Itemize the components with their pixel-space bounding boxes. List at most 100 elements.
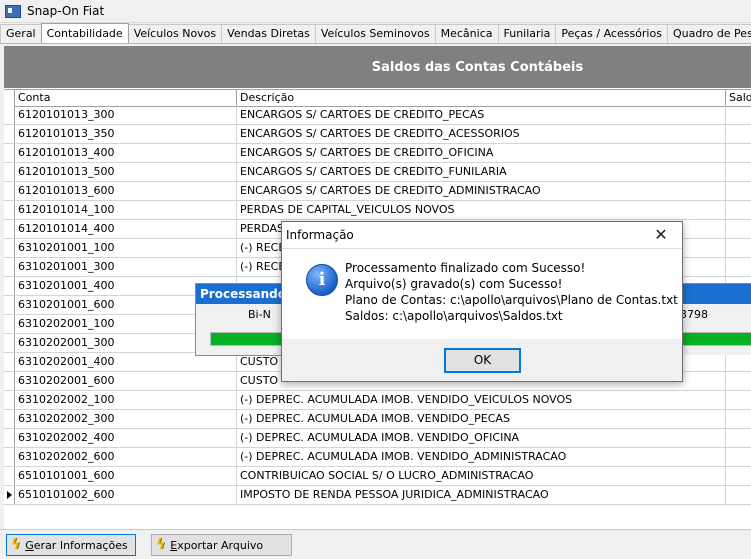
cell-saldo[interactable] — [726, 467, 751, 485]
cell-saldo[interactable] — [726, 486, 751, 504]
cell-descricao[interactable]: IMPOSTO DE RENDA PESSOA JURIDICA_ADMINIS… — [237, 486, 726, 504]
table-row[interactable]: 6120101014_100 PERDAS DE CAPITAL_VEICULOS… — [4, 201, 751, 220]
table-row[interactable]: 6510101002_600 IMPOSTO DE RENDA PESSOA JU… — [4, 486, 751, 505]
cell-conta[interactable]: 6310202002_400 — [15, 429, 237, 447]
cell-conta[interactable]: 6120101013_350 — [15, 125, 237, 143]
dialog-message-line-4: Saldos: c:\apollo\arquivos\Saldos.txt — [345, 309, 563, 323]
cell-conta[interactable]: 6310202001_600 — [15, 372, 237, 390]
cell-descricao[interactable]: ENCARGOS S/ CARTOES DE CREDITO_ADMINISTR… — [237, 182, 726, 200]
row-indicator[interactable] — [4, 410, 15, 428]
gerar-informacoes-button[interactable]: ϟ Gerar Informações — [6, 534, 136, 556]
ok-button[interactable]: OK — [444, 348, 521, 373]
table-row[interactable]: 6120101013_350 ENCARGOS S/ CARTOES DE CRE… — [4, 125, 751, 144]
cell-descricao[interactable]: ENCARGOS S/ CARTOES DE CREDITO_PECAS — [237, 106, 726, 124]
row-indicator[interactable] — [4, 163, 15, 181]
row-indicator[interactable] — [4, 106, 15, 124]
tab-vendas-diretas[interactable]: Vendas Diretas — [221, 24, 316, 43]
tab-geral[interactable]: Geral — [0, 24, 42, 43]
cell-conta[interactable]: 6510101002_600 — [15, 486, 237, 504]
cell-descricao[interactable]: (-) DEPREC. ACUMULADA IMOB. VENDIDO_PECA… — [237, 410, 726, 428]
tab-veiculos-seminovos[interactable]: Veículos Seminovos — [314, 24, 436, 43]
cell-descricao[interactable]: ENCARGOS S/ CARTOES DE CREDITO_FUNILARIA — [237, 163, 726, 181]
row-indicator[interactable] — [4, 144, 15, 162]
row-indicator[interactable] — [4, 448, 15, 466]
cell-conta[interactable]: 6310201001_300 — [15, 258, 237, 276]
cell-conta[interactable]: 6310202002_300 — [15, 410, 237, 428]
cell-conta[interactable]: 6120101014_100 — [15, 201, 237, 219]
row-indicator[interactable] — [4, 125, 15, 143]
cell-saldo[interactable] — [726, 391, 751, 409]
column-header-saldo[interactable]: Saldo — [726, 90, 751, 106]
tab-contabilidade[interactable]: Contabilidade — [40, 23, 129, 43]
cell-saldo[interactable] — [726, 353, 751, 371]
row-indicator-header — [4, 90, 15, 106]
row-indicator[interactable] — [4, 277, 15, 295]
cell-saldo[interactable] — [726, 201, 751, 219]
table-row[interactable]: 6310202002_300 (-) DEPREC. ACUMULADA IMOB… — [4, 410, 751, 429]
row-indicator[interactable] — [4, 258, 15, 276]
cell-conta[interactable]: 6510101001_600 — [15, 467, 237, 485]
tab-quadro-de-pessoal[interactable]: Quadro de Pessoal — [666, 24, 751, 43]
tab-mecanica[interactable]: Mecânica — [434, 24, 499, 43]
row-indicator[interactable] — [4, 429, 15, 447]
cell-saldo[interactable] — [726, 372, 751, 390]
row-indicator[interactable] — [4, 391, 15, 409]
cell-descricao[interactable]: ENCARGOS S/ CARTOES DE CREDITO_OFICINA — [237, 144, 726, 162]
row-indicator[interactable] — [4, 182, 15, 200]
cell-descricao[interactable]: PERDAS DE CAPITAL_VEICULOS NOVOS — [237, 201, 726, 219]
cell-saldo[interactable] — [726, 106, 751, 124]
cell-conta[interactable]: 6120101013_400 — [15, 144, 237, 162]
cell-conta[interactable]: 6310201001_100 — [15, 239, 237, 257]
cell-conta[interactable]: 6120101013_300 — [15, 106, 237, 124]
cell-saldo[interactable] — [726, 182, 751, 200]
table-row[interactable]: 6120101013_400 ENCARGOS S/ CARTOES DE CRE… — [4, 144, 751, 163]
row-indicator[interactable] — [4, 372, 15, 390]
cell-descricao[interactable]: ENCARGOS S/ CARTOES DE CREDITO_ACESSORIO… — [237, 125, 726, 143]
current-row-arrow-icon[interactable] — [4, 486, 15, 504]
table-row[interactable]: 6510101001_600 CONTRIBUICAO SOCIAL S/ O L… — [4, 467, 751, 486]
row-indicator[interactable] — [4, 296, 15, 314]
row-indicator[interactable] — [4, 239, 15, 257]
dialog-body: i Processamento finalizado com Sucesso! … — [282, 249, 682, 339]
row-indicator[interactable] — [4, 315, 15, 333]
cell-saldo[interactable] — [726, 410, 751, 428]
cell-saldo[interactable] — [726, 220, 751, 238]
cell-saldo[interactable] — [726, 144, 751, 162]
table-row[interactable]: 6310202002_600 (-) DEPREC. ACUMULADA IMOB… — [4, 448, 751, 467]
cell-saldo[interactable] — [726, 239, 751, 257]
dialog-title-bar: Informação ✕ — [282, 222, 682, 249]
tab-funilaria[interactable]: Funilaria — [497, 24, 557, 43]
progress-text: Bi-N — [248, 308, 271, 321]
cell-conta[interactable]: 6120101013_600 — [15, 182, 237, 200]
exportar-arquivo-button[interactable]: ϟ Exportar Arquivo — [151, 534, 292, 556]
table-row[interactable]: 6120101013_500 ENCARGOS S/ CARTOES DE CRE… — [4, 163, 751, 182]
cell-saldo[interactable] — [726, 429, 751, 447]
table-row[interactable]: 6310202002_100 (-) DEPREC. ACUMULADA IMOB… — [4, 391, 751, 410]
cell-saldo[interactable] — [726, 448, 751, 466]
cell-conta[interactable]: 6310202002_600 — [15, 448, 237, 466]
table-row[interactable]: 6120101013_300 ENCARGOS S/ CARTOES DE CRE… — [4, 106, 751, 125]
row-indicator[interactable] — [4, 220, 15, 238]
column-header-descricao[interactable]: Descrição — [237, 90, 726, 106]
tab-veiculos-novos[interactable]: Veículos Novos — [127, 24, 223, 43]
grid-title: Saldos das Contas Contábeis — [371, 59, 584, 75]
row-indicator[interactable] — [4, 201, 15, 219]
cell-descricao[interactable]: CONTRIBUICAO SOCIAL S/ O LUCRO_ADMINISTR… — [237, 467, 726, 485]
table-row[interactable]: 6310202002_400 (-) DEPREC. ACUMULADA IMOB… — [4, 429, 751, 448]
close-icon[interactable]: ✕ — [650, 224, 672, 246]
cell-saldo[interactable] — [726, 125, 751, 143]
tab-pecas-acessorios[interactable]: Peças / Acessórios — [555, 24, 668, 43]
table-row[interactable]: 6120101013_600 ENCARGOS S/ CARTOES DE CRE… — [4, 182, 751, 201]
column-header-conta[interactable]: Conta — [15, 90, 237, 106]
row-indicator[interactable] — [4, 467, 15, 485]
cell-conta[interactable]: 6120101014_400 — [15, 220, 237, 238]
cell-conta[interactable]: 6120101013_500 — [15, 163, 237, 181]
cell-descricao[interactable]: (-) DEPREC. ACUMULADA IMOB. VENDIDO_VEIC… — [237, 391, 726, 409]
cell-conta[interactable]: 6310202002_100 — [15, 391, 237, 409]
cell-saldo[interactable] — [726, 163, 751, 181]
row-indicator[interactable] — [4, 334, 15, 352]
row-indicator[interactable] — [4, 353, 15, 371]
cell-descricao[interactable]: (-) DEPREC. ACUMULADA IMOB. VENDIDO_OFIC… — [237, 429, 726, 447]
cell-saldo[interactable] — [726, 258, 751, 276]
cell-descricao[interactable]: (-) DEPREC. ACUMULADA IMOB. VENDIDO_ADMI… — [237, 448, 726, 466]
